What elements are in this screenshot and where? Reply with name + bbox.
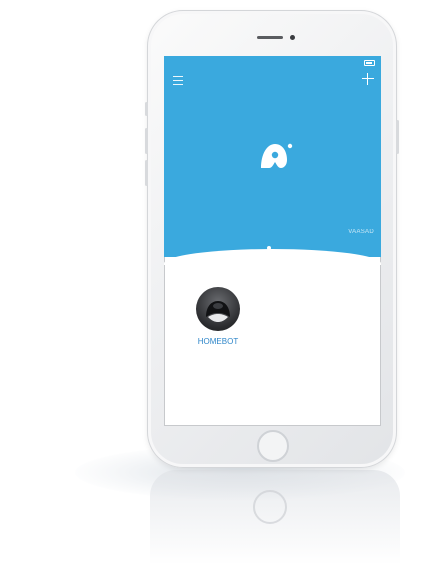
home-button-reflection bbox=[253, 490, 287, 524]
volume-down-button bbox=[145, 160, 148, 186]
earpiece-speaker bbox=[257, 36, 283, 39]
app-logo-icon bbox=[261, 143, 293, 168]
smartphone: VAASAD HOMEBOT bbox=[145, 10, 399, 468]
status-right-indicators bbox=[362, 56, 375, 70]
page-indicator-dot bbox=[267, 246, 271, 250]
mute-switch bbox=[145, 102, 148, 116]
app-screen: VAASAD HOMEBOT bbox=[164, 56, 381, 426]
plus-icon[interactable] bbox=[362, 73, 374, 85]
volume-up-button bbox=[145, 128, 148, 154]
home-button[interactable] bbox=[257, 430, 289, 462]
product-mockup: VAASAD HOMEBOT bbox=[0, 0, 431, 565]
brand-caption: VAASAD bbox=[348, 229, 374, 235]
device-name: HOMEBOT bbox=[197, 337, 239, 346]
battery-icon bbox=[364, 59, 375, 66]
hamburger-menu-icon[interactable] bbox=[173, 76, 183, 85]
phone-reflection bbox=[150, 470, 400, 565]
status-bar bbox=[164, 56, 381, 70]
robot-vacuum-icon bbox=[196, 287, 240, 331]
power-button bbox=[396, 120, 399, 154]
front-camera bbox=[290, 35, 295, 40]
app-header: VAASAD bbox=[164, 56, 381, 257]
